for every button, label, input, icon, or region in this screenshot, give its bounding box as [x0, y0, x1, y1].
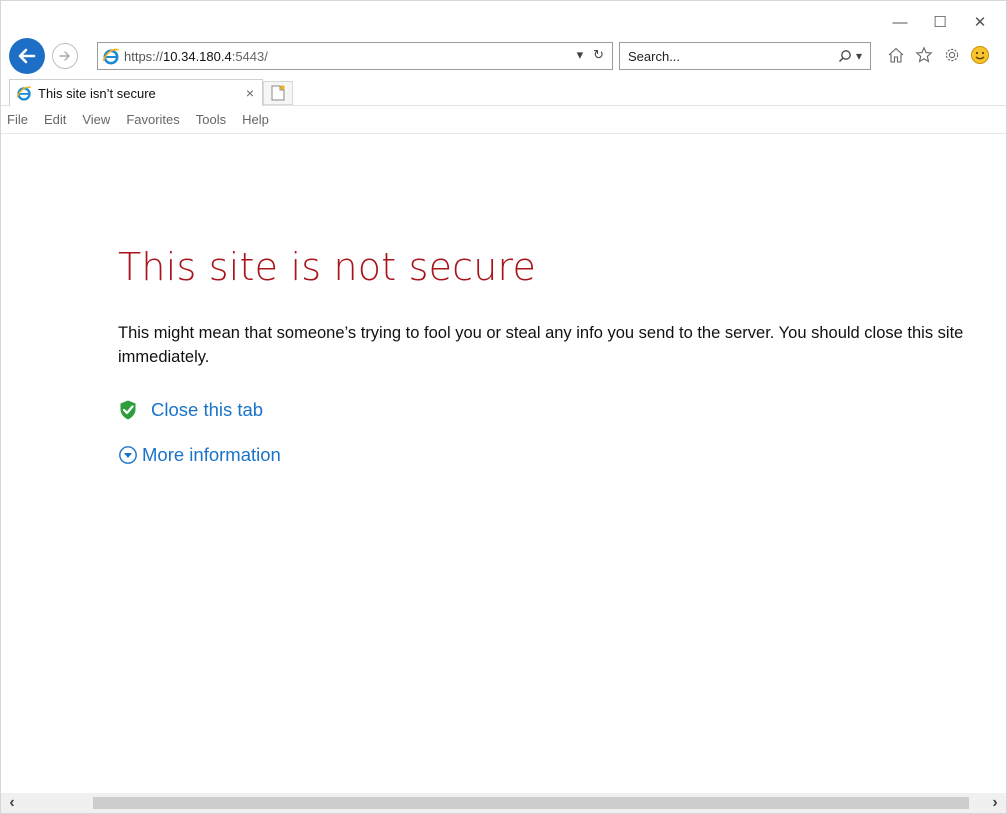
new-tab-button[interactable] [263, 81, 293, 105]
scroll-thumb[interactable] [93, 797, 969, 809]
command-icons [885, 44, 991, 66]
window-controls: — ☐ ✕ [880, 9, 1000, 35]
star-icon [915, 46, 933, 63]
tab-strip: This site isn’t secure × [1, 79, 1006, 106]
tab-close-icon[interactable]: × [246, 85, 254, 101]
back-button[interactable] [9, 38, 45, 74]
menu-bar: File Edit View Favorites Tools Help [1, 106, 1006, 134]
scroll-left-button[interactable]: ‹ [1, 793, 23, 813]
browser-toolbar: — ☐ ✕ https://10.34.180.4:5443/ ▾ ↻ Sear… [1, 1, 1006, 79]
more-info-row[interactable]: More information [118, 444, 281, 466]
url-scheme: https:// [124, 48, 164, 64]
settings-button[interactable] [941, 44, 963, 66]
navigation-buttons [9, 38, 78, 74]
favorites-button[interactable] [913, 44, 935, 66]
chevron-circle-down-icon [119, 446, 137, 464]
forward-button[interactable] [52, 43, 78, 69]
refresh-icon[interactable]: ↻ [593, 47, 604, 63]
search-tools: ▾ [838, 49, 870, 63]
new-tab-icon [271, 85, 285, 101]
address-bar[interactable]: https://10.34.180.4:5443/ ▾ ↻ [97, 42, 613, 70]
close-tab-row[interactable]: Close this tab [118, 399, 263, 421]
smiley-icon [971, 46, 989, 64]
page-title: This site is not secure [118, 245, 537, 289]
home-icon [888, 47, 904, 63]
url-host: 10.34.180.4 [163, 48, 232, 64]
maximize-button[interactable]: ☐ [920, 9, 960, 35]
menu-tools[interactable]: Tools [196, 112, 226, 127]
menu-view[interactable]: View [82, 112, 110, 127]
minimize-button[interactable]: — [880, 9, 920, 35]
menu-favorites[interactable]: Favorites [126, 112, 179, 127]
horizontal-scrollbar[interactable]: ‹ › [1, 793, 1006, 813]
menu-edit[interactable]: Edit [44, 112, 66, 127]
ie-logo-icon [16, 86, 32, 101]
address-tools: ▾ ↻ [577, 47, 604, 63]
menu-help[interactable]: Help [242, 112, 269, 127]
search-input[interactable]: Search... [620, 49, 838, 64]
feedback-button[interactable] [969, 44, 991, 66]
close-window-button[interactable]: ✕ [960, 9, 1000, 35]
search-icon[interactable] [838, 49, 852, 63]
tab-title: This site isn’t secure [38, 85, 156, 101]
shield-check-icon [120, 400, 136, 420]
scroll-right-button[interactable]: › [984, 793, 1006, 813]
search-dropdown-icon[interactable]: ▾ [856, 49, 862, 63]
ie-logo-icon [102, 48, 119, 65]
more-information-link[interactable]: More information [142, 444, 281, 466]
page-description: This might mean that someone’s trying to… [118, 324, 964, 366]
back-arrow-icon [18, 48, 36, 64]
url-text: https://10.34.180.4:5443/ [124, 49, 268, 64]
tab-active[interactable]: This site isn’t secure × [9, 79, 263, 106]
menu-file[interactable]: File [7, 112, 28, 127]
address-dropdown-icon[interactable]: ▾ [577, 47, 584, 63]
page-content: This site is not secure This might mean … [1, 135, 1006, 793]
home-button[interactable] [885, 44, 907, 66]
url-path: :5443/ [231, 48, 268, 64]
forward-arrow-icon [59, 51, 70, 61]
close-tab-link[interactable]: Close this tab [151, 399, 263, 421]
search-box[interactable]: Search... ▾ [619, 42, 871, 70]
gear-icon [945, 48, 959, 62]
browser-window: — ☐ ✕ https://10.34.180.4:5443/ ▾ ↻ Sear… [0, 0, 1007, 814]
